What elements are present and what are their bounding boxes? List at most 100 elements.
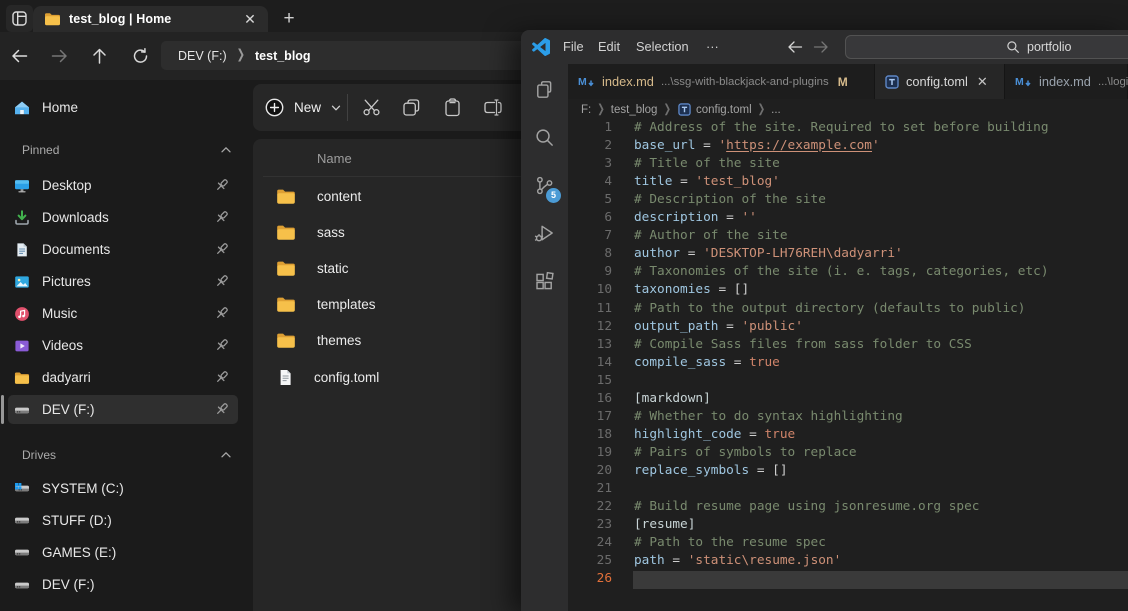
sidebar-item-games-e[interactable]: GAMES (E:) <box>8 538 238 567</box>
back-icon[interactable] <box>11 48 28 65</box>
drive-icon <box>14 577 30 593</box>
nav-back-icon[interactable] <box>787 39 803 55</box>
editor-line-2: 2base_url = 'https://example.com' <box>568 138 1128 156</box>
tab-close-icon[interactable]: ✕ <box>977 74 988 90</box>
line-number: 25 <box>568 553 612 571</box>
activity-extensions[interactable] <box>521 257 568 305</box>
search-icon <box>533 126 556 149</box>
editor-line-22: 22# Build resume page using jsonresume.o… <box>568 499 1128 517</box>
line-number: 17 <box>568 409 612 427</box>
explorer-window-icon <box>11 10 28 27</box>
editor-tab-config-toml-1[interactable]: config.toml✕ <box>875 64 1005 99</box>
videos-icon <box>14 338 30 354</box>
run-debug-icon <box>533 222 556 245</box>
activity-source-control[interactable] <box>521 161 568 209</box>
sidebar-item-label: Downloads <box>42 210 109 225</box>
column-header-name[interactable]: Name <box>317 151 352 166</box>
nav-forward-icon[interactable] <box>813 39 829 55</box>
sidebar-item-home[interactable]: Home <box>8 93 238 122</box>
breadcrumb-item[interactable]: F: <box>581 104 591 116</box>
command-center-search[interactable]: portfolio <box>845 35 1128 59</box>
editor-tab-index-md-0[interactable]: Mindex.md...\ssg-with-blackjack-and-plug… <box>568 64 875 99</box>
sidebar-item-label: DEV (F:) <box>42 402 95 417</box>
address-segment-folder[interactable]: test_blog <box>255 49 311 63</box>
line-code: # Path to the resume spec <box>634 535 826 553</box>
explorer-tab[interactable]: test_blog | Home ✕ <box>33 6 268 32</box>
copy-icon[interactable] <box>401 97 422 118</box>
line-code: # Author of the site <box>634 228 788 246</box>
pin-icon <box>214 177 230 193</box>
file-name: templates <box>317 297 376 312</box>
file-name: config.toml <box>314 370 379 385</box>
vscode-editor[interactable]: 1# Address of the site. Required to set … <box>568 120 1128 611</box>
up-icon[interactable] <box>91 48 108 65</box>
search-icon <box>1006 40 1020 54</box>
line-code: title = 'test_blog' <box>634 174 780 192</box>
cut-icon[interactable] <box>361 97 382 118</box>
explorer-new-tab-button[interactable]: + <box>276 6 302 32</box>
editor-line-18: 18 highlight_code = true <box>568 427 1128 445</box>
sidebar-item-dev-f[interactable]: DEV (F:) <box>8 395 238 424</box>
line-number: 13 <box>568 337 612 355</box>
sidebar-item-stuff-d[interactable]: STUFF (D:) <box>8 506 238 535</box>
line-code: description = '' <box>634 210 757 228</box>
breadcrumb-item[interactable]: config.toml <box>696 104 752 116</box>
line-number: 18 <box>568 427 612 445</box>
desktop-screen: test_blog | Home ✕ + DEV (F:) ❯ test <box>0 0 1128 611</box>
sidebar-item-downloads[interactable]: Downloads <box>8 203 238 232</box>
editor-line-11: 11# Path to the output directory (defaul… <box>568 301 1128 319</box>
menu-edit[interactable]: Edit <box>598 30 620 64</box>
menu-selection[interactable]: Selection <box>636 30 689 64</box>
refresh-icon[interactable] <box>132 48 149 65</box>
svg-text:M: M <box>578 76 587 88</box>
editor-line-15: 15 <box>568 373 1128 391</box>
new-button[interactable]: New <box>265 84 342 131</box>
line-code: # Description of the site <box>634 192 826 210</box>
editor-tab-index-md-2[interactable]: Mindex.md...\login <box>1005 64 1128 99</box>
forward-icon[interactable] <box>51 48 68 65</box>
pin-icon <box>214 401 230 417</box>
breadcrumb-item[interactable]: ... <box>771 104 781 116</box>
sidebar-item-videos[interactable]: Videos <box>8 331 238 360</box>
sidebar-item-dev-f[interactable]: DEV (F:) <box>8 570 238 599</box>
line-code: [resume] <box>634 517 695 535</box>
address-segment-drive[interactable]: DEV (F:) <box>178 49 227 63</box>
sidebar-item-desktop[interactable]: Desktop <box>8 171 238 200</box>
editor-line-6: 6description = '' <box>568 210 1128 228</box>
rename-icon[interactable] <box>482 97 503 118</box>
home-icon <box>14 100 30 116</box>
line-number: 21 <box>568 481 612 499</box>
tab-label: index.md <box>602 74 654 89</box>
editor-line-13: 13 # Compile Sass files from sass folder … <box>568 337 1128 355</box>
menu-more[interactable]: ··· <box>706 30 719 64</box>
tab-description: ...\login <box>1098 76 1128 88</box>
line-code: highlight_code = true <box>634 427 795 445</box>
menu-file[interactable]: File <box>563 30 584 64</box>
explorer-sidebar: Home Pinned Desktop Downloads Documents Pictu… <box>0 80 246 611</box>
activity-run-debug[interactable] <box>521 209 568 257</box>
sidebar-item-dadyarri[interactable]: dadyarri <box>8 363 238 392</box>
line-number: 9 <box>568 264 612 282</box>
chevron-up-icon[interactable] <box>218 447 234 463</box>
new-plus-icon <box>265 98 284 117</box>
line-code: # Pairs of symbols to replace <box>634 445 857 463</box>
sidebar-item-documents[interactable]: Documents <box>8 235 238 264</box>
sidebar-item-music[interactable]: Music <box>8 299 238 328</box>
sidebar-item-label: GAMES (E:) <box>42 545 116 560</box>
explorer-window-menu-button[interactable] <box>6 5 33 32</box>
line-number: 11 <box>568 301 612 319</box>
sidebar-item-label: Home <box>42 100 78 115</box>
line-code: # Compile Sass files from sass folder to… <box>634 337 972 355</box>
breadcrumb-item[interactable]: test_blog <box>611 104 658 116</box>
vscode-editor-group: Mindex.md...\ssg-with-blackjack-and-plug… <box>568 64 1128 611</box>
activity-search[interactable] <box>521 113 568 161</box>
sidebar-item-pictures[interactable]: Pictures <box>8 267 238 296</box>
line-number: 26 <box>568 571 612 589</box>
drive-windows-icon <box>14 480 30 496</box>
pinned-section-header: Pinned <box>22 143 59 157</box>
paste-icon[interactable] <box>442 97 463 118</box>
activity-files[interactable] <box>521 65 568 113</box>
sidebar-item-system-c[interactable]: SYSTEM (C:) <box>8 474 238 503</box>
explorer-tab-close-icon[interactable]: ✕ <box>240 9 260 29</box>
chevron-up-icon[interactable] <box>218 142 234 158</box>
